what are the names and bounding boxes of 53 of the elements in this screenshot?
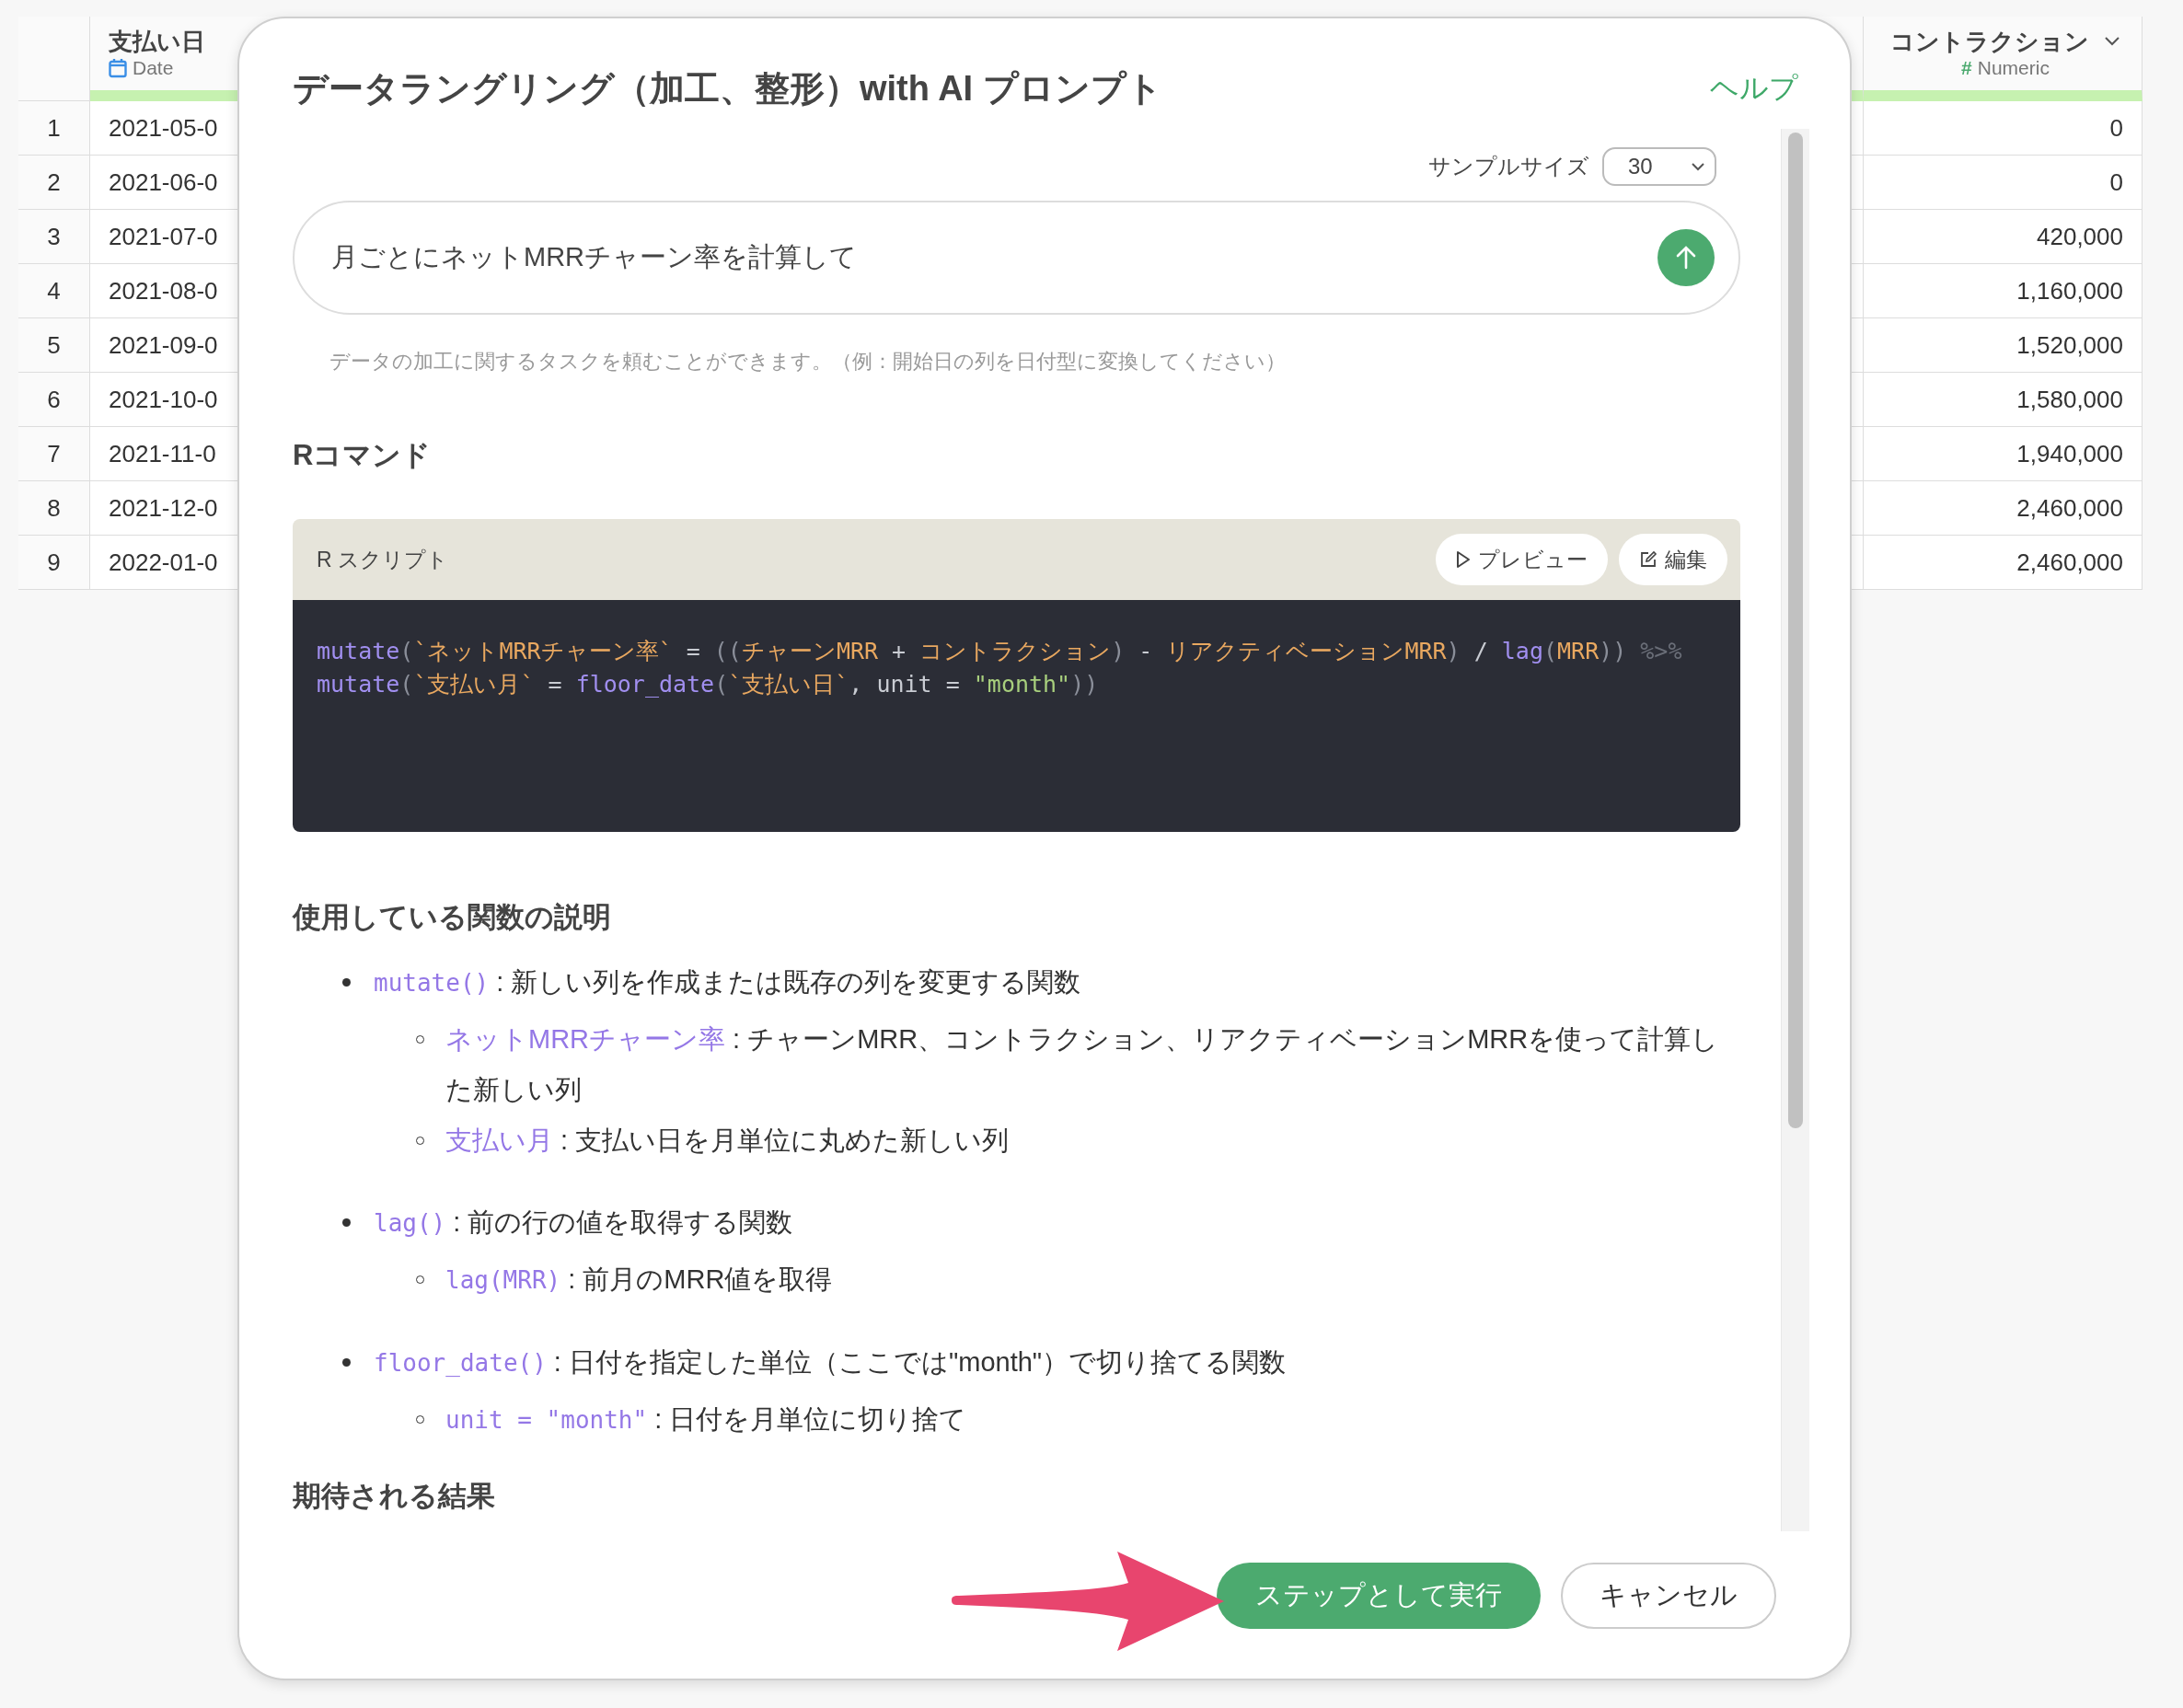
hash-icon: # [1961, 56, 1972, 80]
chevron-icon [1691, 162, 1705, 171]
help-text: データの加工に関するタスクを頼むことができます。（例：開始日の列を日付型に変換してください） [329, 349, 1287, 375]
play-icon [1456, 550, 1471, 569]
sample-size-label: サンプルサイズ [1428, 153, 1589, 180]
prompt-field[interactable]: 月ごとにネットMRRチャーン率を計算して [293, 201, 1740, 315]
row-number: 4 [18, 264, 90, 318]
column-name: 支払い日 [109, 27, 205, 56]
section-heading: 使用している関数の説明 [293, 900, 612, 935]
row-number: 8 [18, 481, 90, 536]
bullet-icon [342, 1218, 351, 1227]
section-heading: 期待される結果 [293, 1479, 496, 1514]
column-name: コントラクション [1890, 27, 2089, 56]
code-line: mutate(`ネットMRRチャーン率` = ((チャーンMRR + コントラクション) - リアクティベーションMRR) / lag(MRR)) %>% [317, 637, 1683, 666]
calendar-icon [109, 58, 127, 78]
row-number: 9 [18, 536, 90, 590]
table-cell: 420,000 [1864, 210, 2143, 264]
section-heading: Rコマンド [293, 438, 433, 473]
function-description: 支払い月 : 支払い日を月単位に丸めた新しい列 [445, 1125, 1010, 1155]
row-number: 7 [18, 427, 90, 481]
row-number: 5 [18, 318, 90, 373]
table-cell: 2,460,000 [1864, 536, 2143, 590]
row-number: 6 [18, 373, 90, 427]
function-description: mutate() : 新しい列を作成または既存の列を変更する関数 [374, 967, 1081, 997]
column-type: Numeric [1977, 56, 2050, 80]
table-cell: 0 [1864, 156, 2143, 210]
table-cell: 1,520,000 [1864, 318, 2143, 373]
edit-icon [1639, 550, 1657, 569]
function-description: lag(MRR) : 前月のMRR値を取得 [445, 1264, 833, 1294]
bullet-icon [342, 1358, 351, 1367]
edit-button[interactable]: 編集 [1619, 534, 1727, 585]
scrollbar[interactable] [1781, 129, 1809, 1531]
row-number: 3 [18, 210, 90, 264]
function-description: unit = "month" : 日付を月単位に切り捨て [445, 1404, 967, 1434]
sample-size-select[interactable]: 30 [1602, 147, 1716, 186]
preview-button[interactable]: プレビュー [1436, 534, 1608, 585]
function-description: floor_date() : 日付を指定した単位（ここでは"month"）で切り捨てる関数 [374, 1347, 1287, 1377]
table-cell: 2,460,000 [1864, 481, 2143, 536]
bullet-icon [342, 978, 351, 987]
table-cell: 1,160,000 [1864, 264, 2143, 318]
cancel-button[interactable]: キャンセル [1561, 1563, 1776, 1629]
row-number: 1 [18, 101, 90, 156]
arrow-up-icon [1675, 246, 1697, 270]
function-description: lag() : 前の行の値を取得する関数 [374, 1207, 793, 1237]
row-number: 2 [18, 156, 90, 210]
table-cell: 0 [1864, 101, 2143, 156]
column-type: Date [133, 56, 174, 80]
caret-icon[interactable] [2104, 36, 2120, 47]
function-description: ネットMRRチャーン率 : チャーンMRR、コントラクション、リアクティベーションMRRを使って計算した新しい列 [445, 1024, 1719, 1104]
table-cell: 1,580,000 [1864, 373, 2143, 427]
script-title: R スクリプト [317, 546, 449, 573]
code-line: mutate(`支払い月` = floor_date(`支払い日`, unit = "month")) [317, 670, 1100, 699]
table-cell: 1,940,000 [1864, 427, 2143, 481]
